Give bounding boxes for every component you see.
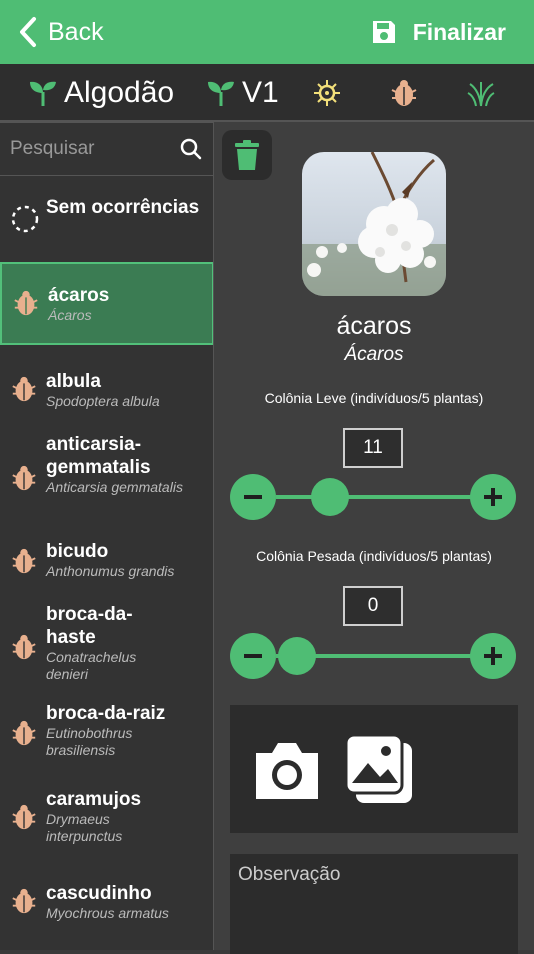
chevron-left-icon xyxy=(20,17,36,47)
camera-icon[interactable] xyxy=(252,739,322,801)
list-item-broca-da-haste[interactable]: broca-da-haste Conatrachelus denieri xyxy=(0,598,213,694)
gallery-icon[interactable] xyxy=(344,733,414,805)
light-colony-increment-button[interactable] xyxy=(470,474,516,520)
heavy-colony-label: Colônia Pesada (indivíduos/5 plantas) xyxy=(256,548,492,564)
list-item-name: caramujos xyxy=(46,789,142,810)
search-input[interactable] xyxy=(10,133,170,165)
light-colony-value[interactable]: 11 xyxy=(343,428,403,468)
light-colony-decrement-button[interactable] xyxy=(230,474,276,520)
search-bar xyxy=(0,122,213,176)
list-item-scientific-name: Myochrous armatus xyxy=(46,905,169,921)
media-attachment-area xyxy=(230,705,518,833)
weed-icon xyxy=(467,82,495,107)
list-item-broca-da-raiz[interactable]: broca-da-raiz Eutinobothrus brasiliensis xyxy=(0,694,213,774)
light-colony-slider-thumb[interactable] xyxy=(311,478,349,516)
search-icon[interactable] xyxy=(180,138,202,160)
minus-icon xyxy=(244,495,262,499)
list-item-scientific-name: Drymaeus interpunctus xyxy=(46,811,123,844)
pest-detail-panel: ácaros Ácaros Colônia Leve (indivíduos/5… xyxy=(214,122,534,954)
pest-photo xyxy=(302,152,446,296)
stage-label: V1 xyxy=(242,76,279,109)
light-colony-slider-track[interactable] xyxy=(276,495,472,499)
list-item-name: cascudinho xyxy=(46,883,152,904)
list-item-albula[interactable]: albula Spodoptera albula xyxy=(0,348,213,428)
empty-circle-icon xyxy=(11,205,39,233)
finalize-button[interactable]: Finalizar xyxy=(371,14,506,50)
disease-tab[interactable] xyxy=(312,76,342,110)
heavy-colony-slider-thumb[interactable] xyxy=(278,637,316,675)
list-item-scientific-name: Eutinobothrus brasiliensis xyxy=(46,725,133,758)
list-item-no-occurrences[interactable]: Sem ocorrências xyxy=(0,178,213,260)
pest-scientific-name: Ácaros xyxy=(344,344,404,365)
list-item-scientific-name: Conatrachelus denieri xyxy=(46,649,137,682)
delete-button[interactable] xyxy=(222,130,272,180)
weed-tab[interactable] xyxy=(466,76,496,110)
light-colony-label: Colônia Leve (indivíduos/5 plantas) xyxy=(264,390,484,406)
bug-icon xyxy=(12,376,36,402)
list-item-name: anticarsia-gemmatalis xyxy=(46,434,151,478)
list-item-bicudo[interactable]: bicudo Anthonumus grandis xyxy=(0,526,213,596)
list-item-caramujos[interactable]: caramujos Drymaeus interpunctus xyxy=(0,778,213,860)
bug-icon xyxy=(12,548,36,574)
stage-selector[interactable]: V1 xyxy=(206,76,279,110)
pest-name: ácaros xyxy=(336,312,412,340)
plus-icon xyxy=(484,488,502,506)
bug-icon xyxy=(12,720,36,746)
minus-icon xyxy=(244,654,262,658)
plus-icon xyxy=(484,647,502,665)
sprout-icon xyxy=(208,81,234,106)
list-item-name: broca-da-haste xyxy=(46,604,133,648)
pest-list-sidebar: Sem ocorrências ácaros Ácaros albula Spo… xyxy=(0,122,214,950)
pest-tab[interactable] xyxy=(389,76,419,110)
list-item-name: bicudo xyxy=(46,541,109,562)
bug-icon xyxy=(12,634,36,660)
save-icon xyxy=(372,21,395,43)
observation-placeholder: Observação xyxy=(238,864,341,885)
bug-icon xyxy=(12,888,36,914)
list-item-name: albula xyxy=(46,371,101,392)
crop-bar: Algodão V1 xyxy=(0,64,534,122)
list-item-name: ácaros xyxy=(48,285,110,306)
cotton-photo xyxy=(302,152,446,296)
heavy-colony-decrement-button[interactable] xyxy=(230,633,276,679)
crop-label: Algodão xyxy=(64,76,175,109)
list-item-acaros[interactable]: ácaros Ácaros xyxy=(0,262,213,345)
trash-icon xyxy=(235,140,259,170)
finalize-label: Finalizar xyxy=(412,18,506,45)
back-button[interactable]: Back xyxy=(18,14,104,50)
list-item-cascudinho[interactable]: cascudinho Myochrous armatus xyxy=(0,868,213,938)
list-item-name: Sem ocorrências xyxy=(46,197,200,218)
list-item-scientific-name: Anticarsia gemmatalis xyxy=(46,479,183,495)
list-item-anticarsia-gemmatalis[interactable]: anticarsia-gemmatalis Anticarsia gemmata… xyxy=(0,428,213,526)
top-bar: Back Finalizar xyxy=(0,0,534,64)
heavy-colony-increment-button[interactable] xyxy=(470,633,516,679)
bug-icon xyxy=(14,290,38,316)
bug-icon xyxy=(391,80,417,106)
crop-selector[interactable]: Algodão xyxy=(28,76,174,110)
observation-field[interactable]: Observação xyxy=(230,854,518,954)
list-item-scientific-name: Spodoptera albula xyxy=(46,393,160,409)
list-item-name: broca-da-raiz xyxy=(46,703,166,724)
bug-icon xyxy=(12,804,36,830)
bug-icon xyxy=(12,465,36,491)
back-label: Back xyxy=(48,17,104,46)
list-item-scientific-name: Anthonumus grandis xyxy=(46,563,175,579)
virus-icon xyxy=(314,80,340,106)
sprout-icon xyxy=(30,81,56,106)
list-item-scientific-name: Ácaros xyxy=(48,307,92,323)
heavy-colony-value[interactable]: 0 xyxy=(343,586,403,626)
